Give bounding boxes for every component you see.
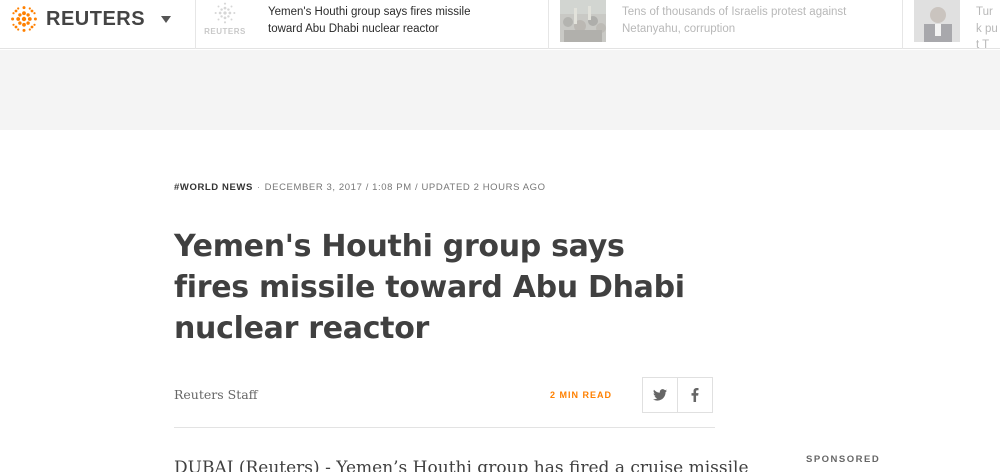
story-headline[interactable]: Turk put T <box>976 4 998 49</box>
story-headline[interactable]: Yemen's Houthi group says fires missile … <box>268 4 498 37</box>
protest-photo-thumbnail <box>560 0 606 42</box>
chevron-down-icon[interactable] <box>161 15 172 23</box>
person-photo-thumbnail <box>914 0 960 42</box>
article-lead-paragraph: DUBAI (Reuters) - Yemen’s Houthi group h… <box>174 458 749 472</box>
share-twitter-button[interactable] <box>642 377 678 413</box>
article-date: DECEMBER 3, 2017 / 1:08 PM / UPDATED 2 H… <box>264 182 546 193</box>
divider <box>195 0 196 49</box>
share-facebook-button[interactable] <box>677 377 713 413</box>
divider <box>174 427 715 428</box>
reuters-wordmark: REUTERS <box>46 7 146 30</box>
top-navigation-bar: REUTERS REUTERS Yemen's Houthi group say… <box>0 0 1000 49</box>
twitter-icon <box>653 389 667 401</box>
story-thumbnail <box>560 0 606 42</box>
reuters-logo-mark-icon <box>214 2 236 24</box>
byline-author[interactable]: Reuters Staff <box>174 387 258 402</box>
reuters-logo-mark-icon <box>11 6 37 32</box>
facebook-icon <box>691 388 699 402</box>
thumbnail-brand-text: REUTERS <box>204 27 246 36</box>
sponsored-label: SPONSORED <box>806 454 881 465</box>
article-meta: #WORLD NEWS · DECEMBER 3, 2017 / 1:08 PM /… <box>174 182 546 193</box>
reuters-logo[interactable]: REUTERS <box>8 3 172 35</box>
top-story-1[interactable]: REUTERS Yemen's Houthi group says fires … <box>202 0 548 49</box>
top-story-3[interactable]: Turk put T <box>914 0 1000 49</box>
divider <box>548 0 549 49</box>
channel-link[interactable]: #WORLD NEWS <box>174 182 253 193</box>
article-title: Yemen's Houthi group says fires missile … <box>174 229 685 346</box>
story-thumbnail: REUTERS <box>202 0 248 42</box>
divider <box>902 0 903 49</box>
story-thumbnail <box>914 0 960 42</box>
story-headline[interactable]: Tens of thousands of Israelis protest ag… <box>622 4 882 37</box>
read-time: 2 MIN READ <box>550 390 613 400</box>
meta-separator: · <box>256 182 261 193</box>
top-story-2[interactable]: Tens of thousands of Israelis protest ag… <box>560 0 900 49</box>
advertisement-banner <box>0 50 1000 130</box>
